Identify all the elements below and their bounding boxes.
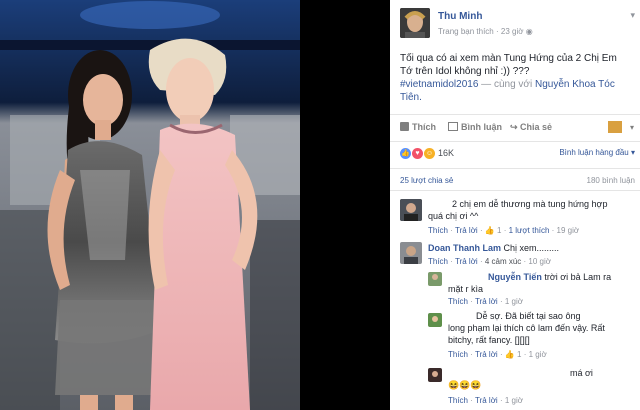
post-text-line-3: #vietnamidol2016 — cùng với Nguyễn Khoa … [400, 78, 630, 91]
comment-icon [448, 122, 458, 131]
reaction-count: 16K [438, 148, 455, 158]
reply-line-2: long phạm lại thích cô lam đến vậy. Rất [448, 323, 605, 333]
divider [390, 190, 640, 191]
reply-line-3: bitchy, rất fancy. [][][] [448, 335, 530, 345]
share-label: Chia sẻ [520, 122, 553, 132]
post-meta: Trang bạn thích · 23 giờ ◉ [438, 27, 533, 36]
comment-reply-link[interactable]: Trả lời [455, 257, 478, 266]
post-panel: Thu Minh Trang bạn thích · 23 giờ ◉ ▾ Tố… [390, 0, 640, 410]
post-text-line-2: Tớ trên Idol không nhỉ :)) ??? [400, 66, 530, 77]
post-text: Tối qua có ai xem màn Tung Hứng của 2 Ch… [400, 52, 630, 104]
thumbs-up-icon [400, 122, 409, 131]
chevron-down-icon[interactable]: ▾ [630, 10, 635, 21]
post-actions: Thích Bình luận ↪ Chia sẻ ▾ [390, 114, 640, 142]
tagged-user-link[interactable]: Nguyễn Khoa Tóc [535, 79, 615, 90]
post-time[interactable]: 23 giờ [501, 27, 524, 36]
replier-avatar[interactable] [428, 368, 442, 382]
like-label: Thích [412, 122, 436, 132]
comment-like-link[interactable]: Thích [428, 257, 448, 266]
comment-count[interactable]: 180 bình luận [587, 176, 636, 185]
comment-actions: Thích · Trả lời · 4 cảm xúc · 10 giờ [428, 257, 551, 266]
comment-reaction-count[interactable]: 4 cảm xúc [485, 257, 521, 266]
share-icon: ↪ [510, 122, 521, 132]
comment-replies-link[interactable]: 1 lượt thích [509, 226, 550, 235]
laughing-emoji-icon: 😆😆😆 [448, 380, 482, 390]
like-reaction-icon: 👍 [400, 148, 411, 159]
page-like-label: Trang bạn thích [438, 27, 494, 36]
reply-actions: Thích · Trả lời · 1 giờ [448, 396, 523, 405]
photo-illustration [0, 0, 390, 410]
avatar-image [400, 8, 430, 38]
post-header: Thu Minh Trang bạn thích · 23 giờ ◉ ▾ [400, 8, 635, 40]
reply-actions: Thích · Trả lời · 👍 1 · 1 giờ [448, 350, 547, 359]
reply-text: Nguyễn Tiến trời ơi bả Lam ra mặt r kìa [448, 271, 638, 295]
comment-sort-dropdown[interactable]: Bình luận hàng đầu ▾ [559, 148, 635, 157]
comment-button[interactable]: Bình luận [448, 122, 502, 132]
comment-time[interactable]: 19 giờ [557, 226, 580, 235]
reply-line-2: mặt r kìa [448, 284, 484, 294]
comment-like-count[interactable]: 1 [497, 226, 501, 235]
reply-like-link[interactable]: Thích [448, 297, 468, 306]
reply-reply-link[interactable]: Trả lời [475, 396, 498, 405]
author-name[interactable]: Thu Minh [438, 11, 482, 22]
comment-text: 2 chị em dễ thương mà tung hứng hợp quá … [428, 198, 638, 222]
replier-avatar[interactable] [428, 272, 442, 286]
reply-reply-link[interactable]: Trả lời [475, 297, 498, 306]
tagged-user-link-cont[interactable]: Tiên. [400, 91, 630, 104]
reply-time[interactable]: 1 giờ [505, 396, 523, 405]
post-photo[interactable] [0, 0, 390, 410]
thumbs-up-icon: 👍 [484, 226, 495, 235]
comment-label: Bình luận [461, 122, 502, 132]
divider [390, 168, 640, 169]
comment-time[interactable]: 10 giờ [528, 257, 551, 266]
comment-line-1: 2 chị em dễ thương mà tung hứng hợp [452, 199, 608, 209]
post-text-line-1: Tối qua có ai xem màn Tung Hứng của 2 Ch… [400, 53, 617, 64]
reply-text: Dễ sợ. Đã biết tại sao ông long phạm lại… [448, 310, 638, 346]
share-button[interactable]: ↪ Chia sẻ [510, 122, 552, 133]
avatar-image [428, 368, 442, 382]
globe-icon: ◉ [525, 27, 533, 36]
caret-down-icon[interactable]: ▾ [630, 123, 634, 132]
reply-text: má ơi 😆😆😆 [448, 367, 638, 391]
comment-line-1: Chị xem......... [503, 243, 560, 253]
sort-label: Bình luận hàng đầu [559, 148, 629, 157]
reply-line-1: Dễ sợ. Đã biết tại sao ông [476, 311, 581, 321]
comment-line-2: quá chị ơi ^^ [428, 211, 479, 221]
reply-line-1: trời ơi bả Lam ra [544, 272, 612, 282]
love-reaction-icon: ♥ [412, 148, 423, 159]
comment-actions: Thích · Trả lời · 👍 1 · 1 lượt thích · 1… [428, 226, 580, 235]
haha-reaction-icon: ☺ [424, 148, 435, 159]
reply-like-link[interactable]: Thích [448, 350, 468, 359]
avatar-image [428, 313, 442, 327]
author-avatar[interactable] [400, 8, 430, 38]
commenter-name[interactable]: Doan Thanh Lam [428, 243, 501, 253]
comment-text: Doan Thanh Lam Chị xem......... [428, 242, 638, 254]
reply-time[interactable]: 1 giờ [529, 350, 547, 359]
hashtag-link[interactable]: #vietnamidol2016 [400, 79, 478, 90]
commenter-avatar[interactable] [400, 242, 422, 264]
comment-reply-link[interactable]: Trả lời [455, 226, 478, 235]
like-button[interactable]: Thích [400, 122, 436, 132]
replier-avatar[interactable] [428, 313, 442, 327]
thumbs-up-icon: 👍 [504, 350, 515, 359]
comment-like-link[interactable]: Thích [428, 226, 448, 235]
share-count[interactable]: 25 lượt chia sẻ [400, 176, 453, 185]
reply-time[interactable]: 1 giờ [505, 297, 523, 306]
post-stats: 25 lượt chia sẻ 180 bình luận [400, 176, 635, 190]
reply-line-1: má ơi [570, 368, 593, 378]
with-label: — cùng với [478, 79, 535, 90]
avatar-image [400, 242, 422, 264]
page-avatar-thumb[interactable] [608, 121, 622, 133]
replier-name[interactable]: Nguyễn Tiến [488, 272, 542, 282]
avatar-image [400, 199, 422, 221]
reply-actions: Thích · Trả lời · 1 giờ [448, 297, 523, 306]
reply-reply-link[interactable]: Trả lời [475, 350, 498, 359]
reaction-summary[interactable]: 👍 ♥ ☺ 16K Bình luận hàng đầu ▾ [400, 146, 635, 164]
reply-like-count[interactable]: 1 [517, 350, 521, 359]
avatar-image [428, 272, 442, 286]
commenter-avatar[interactable] [400, 199, 422, 221]
reply-like-link[interactable]: Thích [448, 396, 468, 405]
